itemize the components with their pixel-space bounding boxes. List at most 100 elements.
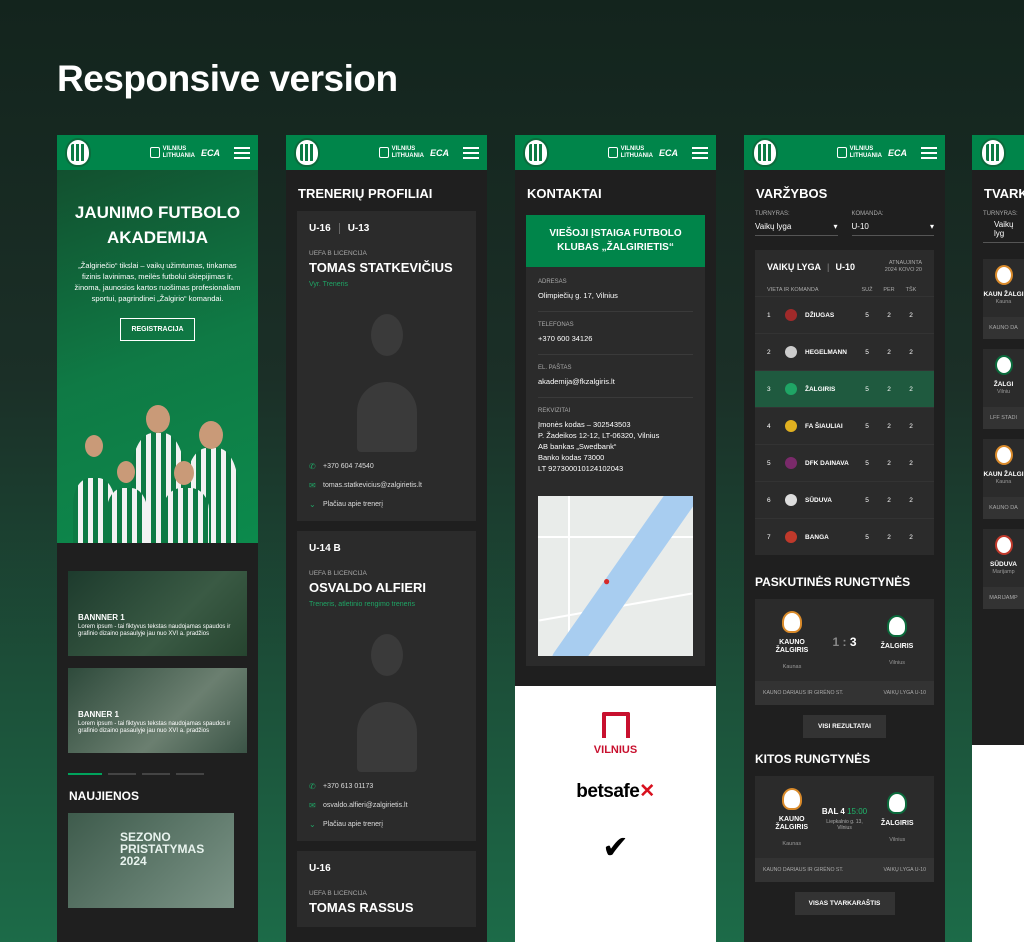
coach-teams: U-16 (309, 863, 464, 874)
coach-more-text: Plačiau apie trenerį (323, 821, 383, 828)
tournament-select[interactable]: TURNYRAS: Vaikų lyga ▾ (755, 211, 838, 236)
table-row-highlighted[interactable]: 3 ŽALGIRIS 5 2 2 (755, 370, 934, 407)
club-crest-icon[interactable] (752, 138, 778, 167)
team-crest-icon (887, 615, 907, 637)
contact-info: ADRESAS Olimpiečių g. 17, Vilnius TELEFON… (526, 267, 705, 666)
club-crest-icon[interactable] (980, 138, 1006, 167)
requisites-label: REKVIZITAI (538, 408, 571, 414)
coach-phone-text: +370 613 01173 (323, 783, 374, 790)
menu-icon[interactable] (921, 144, 937, 162)
table-row[interactable]: 2 HEGELMANN 5 2 2 (755, 333, 934, 370)
competitions-title: VARŽYBOS (756, 186, 828, 201)
club-crest-icon[interactable] (523, 138, 549, 167)
coach-email[interactable]: ✉ tomas.statkevicius@zalgirietis.lt (309, 481, 464, 490)
vilnius-logo-icon (149, 147, 160, 158)
standings-table: VAIKŲ LYGA | U-10 ATNAUJINTA 2024 KOVO 20 V… (755, 250, 934, 555)
email-value[interactable]: akademija@fkzalgiris.lt (538, 376, 693, 387)
last-match-card[interactable]: KAUNO ŽALGIRIS Kaunas 1 : 3 ŽALGIRIS Vilni… (755, 599, 934, 705)
coach-phone[interactable]: ✆ +370 613 01173 (309, 782, 464, 791)
team-tag: U-14 B (309, 543, 341, 554)
coach-role: Treneris, atletinio rengimo treneris (309, 601, 415, 608)
col-w: SUŽ (861, 287, 873, 293)
carousel-dots[interactable] (68, 773, 247, 775)
location-map[interactable]: ● (538, 496, 693, 656)
banner-card[interactable]: BANNER 1 Lorem ipsum - tai fiktyvus teks… (68, 668, 247, 753)
brand-line1: VILNIUS (849, 145, 874, 152)
register-button[interactable]: REGISTRACIJA (120, 318, 195, 341)
sponsors-section (972, 745, 1024, 942)
team-logo-icon (785, 346, 797, 358)
schedule-card[interactable]: KAUN ŽALGI Kauna KAUNO DA (983, 439, 1024, 519)
menu-icon[interactable] (692, 144, 708, 162)
team-logo-icon (785, 457, 797, 469)
coach-teams: U-16 U-13 (309, 223, 464, 234)
brand-line1: VILNIUS (391, 145, 416, 152)
coach-card: U-16 U-13 UEFA B LICENCIJA TOMAS STATKEVI… (297, 211, 476, 521)
table-row[interactable]: 4 FA ŠIAULIAI 5 2 2 (755, 407, 934, 444)
org-name: VIEŠOJI ĮSTAIGA FUTBOLO KLUBAS „ŽALGIRIE… (526, 215, 705, 267)
phone-coaches: VILNIUS LITHUANIA ECA TRENERIŲ PROFILIAI … (286, 135, 487, 942)
vilnius-logo-icon (378, 147, 389, 158)
table-row[interactable]: 1 DŽIUGAS 5 2 2 (755, 296, 934, 333)
top-nav: VILNIUS LITHUANIA ECA (57, 135, 258, 170)
top-nav: VILNIUS LITHUANIA ECA (515, 135, 716, 170)
vilnius-sponsor-logo[interactable]: VILNIUS (515, 712, 716, 756)
eca-logo: ECA (429, 147, 449, 158)
table-row[interactable]: 7 BANGA 5 2 2 (755, 518, 934, 555)
mail-icon: ✉ (309, 481, 316, 490)
brand-line2: LITHUANIA (620, 152, 653, 159)
team-tag: U-13 (338, 223, 369, 234)
team-logo-icon (785, 383, 797, 395)
coach-name: TOMAS RASSUS (309, 900, 414, 915)
schedule-card[interactable]: KAUN ŽALGI Kauna KAUNO DA (983, 259, 1024, 339)
away-team: ŽALGIRIS Vilnius (871, 792, 925, 846)
coach-phone[interactable]: ✆ +370 604 74540 (309, 462, 464, 471)
coach-more-link[interactable]: ⌄ Plačiau apie trenerį (309, 820, 464, 829)
club-crest-icon[interactable] (294, 138, 320, 167)
brand-line2: LITHUANIA (162, 152, 195, 159)
last-matches-title: PASKUTINĖS RUNGTYNĖS (755, 575, 911, 589)
schedule-card[interactable]: ŽALGI Vilniu LFF STADI (983, 349, 1024, 429)
team-crest-icon (782, 611, 802, 633)
chevron-down-icon: ⌄ (309, 820, 316, 829)
table-row[interactable]: 6 SŪDUVA 5 2 2 (755, 481, 934, 518)
coach-name: OSVALDO ALFIERI (309, 580, 426, 595)
next-match-card[interactable]: KAUNO ŽALGIRIS Kaunas BAL 4 15:00 Liepkaln… (755, 776, 934, 882)
vilnius-brand: VILNIUS LITHUANIA (149, 146, 195, 160)
mail-icon: ✉ (309, 801, 316, 810)
coach-card: U-16 UEFA B LICENCIJA TOMAS RASSUS (297, 851, 476, 927)
nike-logo-icon[interactable]: ✔ (515, 831, 716, 863)
academy-hero: JAUNIMO FUTBOLO AKADEMIJA „Žalgiriečio“ … (57, 170, 258, 543)
table-row[interactable]: 5 DFK DAINAVA 5 2 2 (755, 444, 934, 481)
next-matches-title: KITOS RUNGTYNĖS (755, 752, 871, 766)
banner-card[interactable]: BANNNER 1 Lorem ipsum - tai fiktyvus tek… (68, 571, 247, 656)
filter-label: TURNYRAS: (983, 211, 1018, 217)
all-results-button[interactable]: VISI REZULTATAI (803, 715, 886, 738)
match-venue: KAUNO DARIAUS IR GIRĖNO ST. (763, 867, 844, 873)
club-crest-icon[interactable] (65, 138, 91, 167)
betsafe-logo[interactable]: betsafe✕ (515, 780, 716, 803)
all-schedule-button[interactable]: VISAS TVARKARAŠTIS (794, 892, 895, 915)
news-card[interactable]: SEZONO PRISTATYMAS 2024 (68, 813, 234, 908)
coach-avatar (342, 622, 432, 772)
betsafe-text: betsafe (576, 781, 640, 802)
team-logo-icon (785, 309, 797, 321)
match-score: 1 : 3 (832, 635, 857, 649)
menu-icon[interactable] (234, 144, 250, 162)
match-league: VAIKŲ LYGA U-10 (883, 690, 926, 696)
news-title: NAUJIENOS (69, 789, 140, 803)
menu-icon[interactable] (463, 144, 479, 162)
eca-logo: ECA (658, 147, 678, 158)
academy-title: JAUNIMO FUTBOLO AKADEMIJA (74, 203, 241, 247)
filter-value[interactable]: Vaikų lyg (983, 217, 1024, 243)
page-heading: Responsive version (57, 58, 398, 99)
coach-email[interactable]: ✉ osvaldo.alfieri@zalgirietis.lt (309, 801, 464, 810)
team-tag: U-16 (309, 863, 331, 874)
eca-logo: ECA (887, 147, 907, 158)
coach-more-link[interactable]: ⌄ Plačiau apie trenerį (309, 500, 464, 509)
schedule-card[interactable]: SŪDUVA Marijamp MARIJAMP (983, 529, 1024, 609)
phone-value[interactable]: +370 600 34126 (538, 333, 693, 344)
top-nav: VILNIUS LITHUANIA ECA (744, 135, 945, 170)
team-select[interactable]: KOMANDA: U-10 ▾ (851, 211, 934, 236)
team-logo-icon (785, 531, 797, 543)
